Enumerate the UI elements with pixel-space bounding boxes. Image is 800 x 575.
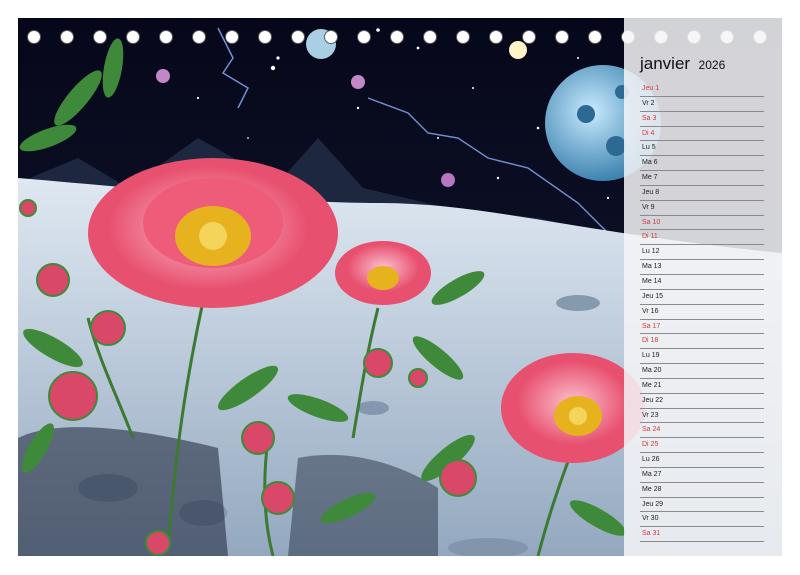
peony-large	[88, 158, 338, 308]
day-label: Sa 17	[642, 322, 661, 330]
binding-ring	[291, 30, 305, 44]
peony-medium	[335, 241, 431, 305]
day-row: Di 18	[640, 334, 764, 350]
binding-ring	[93, 30, 107, 44]
day-label: Jeu 15	[642, 292, 664, 300]
day-row: Jeu 15	[640, 290, 764, 305]
day-row: Sa 24	[640, 423, 764, 439]
binding-ring	[489, 30, 503, 44]
day-label: Jeu 22	[642, 396, 664, 404]
day-row: Di 4	[640, 127, 764, 142]
pink-orb	[156, 69, 170, 83]
year: 2026	[698, 58, 726, 72]
day-label: Jeu 29	[642, 500, 664, 508]
day-row: Me 21	[640, 379, 764, 394]
day-label: Vr 23	[642, 411, 659, 419]
day-label: Ma 6	[642, 159, 658, 167]
binding-ring	[456, 30, 470, 44]
day-label: Me 21	[642, 381, 662, 389]
day-row: Vr 23	[640, 409, 764, 424]
day-label: Vr 30	[642, 515, 659, 523]
binding-ring	[357, 30, 371, 44]
day-row: Vr 2	[640, 97, 764, 112]
day-label: Di 25	[642, 441, 659, 449]
day-row: Sa 10	[640, 216, 764, 231]
binding-ring	[126, 30, 140, 44]
day-label: Ma 20	[642, 367, 662, 375]
day-label: Vr 9	[642, 203, 655, 211]
binding-ring	[159, 30, 173, 44]
binding-ring	[522, 30, 536, 44]
day-row: Jeu 8	[640, 186, 764, 201]
binding-ring	[225, 30, 239, 44]
day-label: Me 7	[642, 174, 658, 182]
day-row: Sa 31	[640, 527, 764, 543]
day-row: Ma 20	[640, 364, 764, 379]
day-label: Lu 12	[642, 248, 660, 256]
day-row: Lu 26	[640, 453, 764, 468]
day-label: Sa 31	[642, 530, 661, 538]
day-label: Sa 3	[642, 114, 657, 122]
day-row: Vr 9	[640, 201, 764, 216]
day-label: Ma 27	[642, 470, 662, 478]
day-list: Jeu 1 Vr 2 Sa 3 Di 4 Lu 5 Ma 6 Me 7 Jeu 8 Vr 9 Sa…	[640, 82, 764, 543]
day-row: Jeu 22	[640, 394, 764, 409]
day-label: Me 14	[642, 277, 662, 285]
binding-ring	[60, 30, 74, 44]
day-label: Me 28	[642, 485, 662, 493]
day-row: Ma 27	[640, 468, 764, 483]
day-row: Me 14	[640, 275, 764, 290]
binding-ring	[258, 30, 272, 44]
day-label: Sa 24	[642, 426, 661, 434]
day-row: Vr 16	[640, 305, 764, 320]
day-row: Ma 13	[640, 260, 764, 275]
day-label: Vr 16	[642, 307, 659, 315]
dark-rock	[18, 427, 228, 556]
binding-ring	[588, 30, 602, 44]
calendar-page: janvier 2026 Jeu 1 Vr 2 Sa 3 Di 4 Lu 5 Ma 6 Me…	[0, 0, 800, 575]
day-label: Sa 10	[642, 218, 661, 226]
day-row: Jeu 29	[640, 498, 764, 513]
day-row: Lu 19	[640, 349, 764, 365]
day-label: Ma 13	[642, 263, 662, 271]
pink-orb-2	[351, 75, 365, 89]
binding-ring	[555, 30, 569, 44]
day-label: Jeu 1	[642, 85, 660, 92]
day-label: Jeu 8	[642, 188, 660, 196]
day-row: Lu 5	[640, 141, 764, 157]
binding-ring	[192, 30, 206, 44]
month-name: janvier	[640, 54, 691, 73]
day-label: Lu 19	[642, 352, 660, 360]
day-label: Di 4	[642, 129, 655, 137]
day-label: Vr 2	[642, 99, 655, 107]
day-row: Lu 12	[640, 245, 764, 261]
pink-orb-3	[441, 173, 455, 187]
day-label: Di 18	[642, 337, 659, 345]
day-label: Lu 5	[642, 144, 656, 152]
month-header: janvier 2026	[640, 54, 725, 76]
day-row: Me 7	[640, 171, 764, 186]
day-row: Vr 30	[640, 512, 764, 528]
day-label: Lu 26	[642, 456, 660, 464]
day-label: Di 11	[642, 233, 658, 241]
day-row: Di 11	[640, 230, 764, 246]
day-row: Jeu 1	[640, 82, 764, 97]
binding-ring	[423, 30, 437, 44]
day-row: Di 25	[640, 438, 764, 454]
binding-ring	[390, 30, 404, 44]
day-row: Sa 17	[640, 320, 764, 335]
day-row: Ma 6	[640, 156, 764, 172]
day-row: Sa 3	[640, 112, 764, 127]
binding-ring	[27, 30, 41, 44]
day-row: Me 28	[640, 483, 764, 498]
binding-ring	[324, 30, 338, 44]
